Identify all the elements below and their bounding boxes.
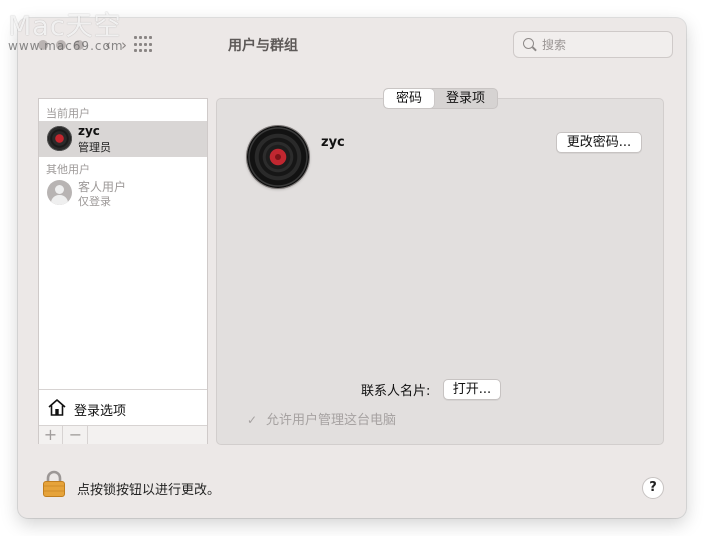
user-row-guest[interactable]: 客人用户 仅登录 <box>39 175 207 211</box>
tab-bar: 密码 登录项 <box>383 88 499 109</box>
close-button[interactable] <box>38 40 48 50</box>
users-sidebar: 当前用户 zyc 管理员 其他用户 客人用户 仅登录 登录选项 + − <box>38 98 208 444</box>
add-remove-bar: + − <box>39 425 207 444</box>
allow-admin-label: 允许用户管理这台电脑 <box>266 413 397 428</box>
house-icon <box>48 399 66 416</box>
login-options-item[interactable]: 登录选项 <box>39 389 207 425</box>
guest-role: 仅登录 <box>78 195 111 208</box>
tab-password[interactable]: 密码 <box>384 89 435 108</box>
user-row-zyc[interactable]: zyc 管理员 <box>39 121 207 157</box>
record-avatar-icon <box>47 126 72 151</box>
tab-login-items[interactable]: 登录项 <box>434 89 497 108</box>
allow-admin-checkbox[interactable]: ✓ 允许用户管理这台电脑 <box>247 409 396 428</box>
remove-user-button[interactable]: − <box>64 426 88 444</box>
open-contact-button[interactable]: 打开... <box>443 379 501 400</box>
forward-arrow-icon[interactable]: › <box>114 34 134 56</box>
current-users-label: 当前用户 <box>46 107 90 120</box>
search-input[interactable] <box>542 35 666 54</box>
login-options-label: 登录选项 <box>74 404 127 419</box>
show-all-grid-icon[interactable] <box>134 36 154 54</box>
change-password-button[interactable]: 更改密码... <box>556 132 642 153</box>
titlebar: ‹ › 用户与群组 <box>18 18 686 70</box>
lock-icon[interactable] <box>42 470 66 498</box>
search-field[interactable] <box>513 31 673 58</box>
user-name: zyc <box>78 124 100 138</box>
users-groups-window: ‹ › 用户与群组 当前用户 zyc 管理员 其他用户 客人用户 仅登录 <box>18 18 686 518</box>
user-avatar-record-icon[interactable] <box>247 126 309 188</box>
profile-name: zyc <box>321 135 345 150</box>
checkmark-icon: ✓ <box>247 413 258 427</box>
user-role: 管理员 <box>78 141 111 154</box>
contact-card-label: 联系人名片: <box>361 384 431 399</box>
window-title: 用户与群组 <box>228 38 298 54</box>
search-icon <box>523 38 534 49</box>
help-button[interactable]: ? <box>642 477 664 499</box>
add-user-button[interactable]: + <box>39 426 63 444</box>
zoom-button[interactable] <box>74 40 84 50</box>
guest-avatar-icon <box>47 180 72 205</box>
minimize-button[interactable] <box>56 40 66 50</box>
lock-hint-text: 点按锁按钮以进行更改。 <box>77 483 221 498</box>
